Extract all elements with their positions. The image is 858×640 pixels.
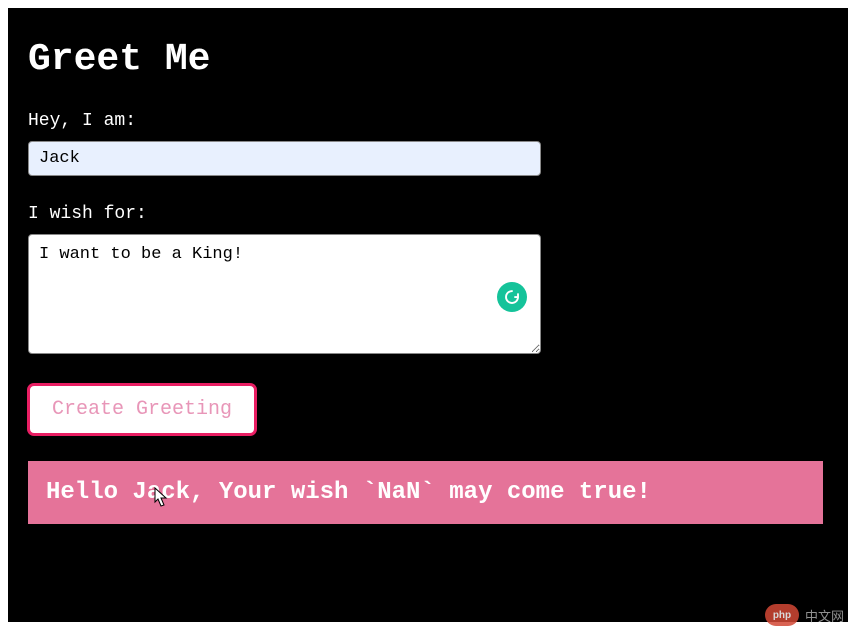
name-input[interactable] — [28, 141, 541, 176]
watermark-badge: php — [765, 604, 799, 626]
wish-wrapper — [28, 234, 541, 354]
watermark-text: 中文网 — [805, 606, 844, 625]
wish-label: I wish for: — [28, 204, 828, 224]
page-title: Greet Me — [28, 38, 828, 81]
wish-textarea[interactable] — [28, 234, 541, 354]
watermark: php 中文网 — [765, 604, 844, 626]
result-banner: Hello Jack, Your wish `NaN` may come tru… — [28, 461, 823, 524]
grammarly-icon[interactable] — [497, 282, 527, 312]
name-label: Hey, I am: — [28, 111, 828, 131]
create-greeting-button[interactable]: Create Greeting — [28, 384, 256, 435]
app-container: Greet Me Hey, I am: I wish for: Create G… — [8, 8, 848, 622]
